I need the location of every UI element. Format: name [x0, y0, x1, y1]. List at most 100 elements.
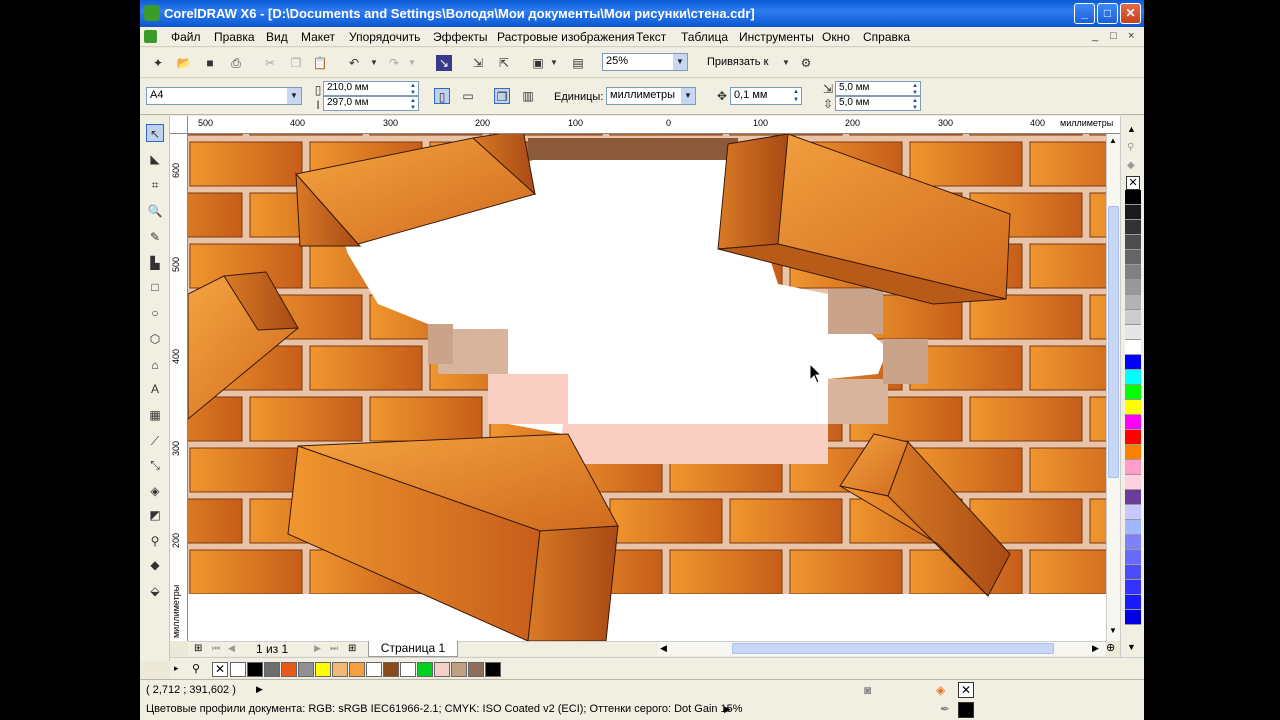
text-tool-icon[interactable]: A	[146, 380, 164, 398]
page-height-field[interactable]: 297,0 мм ▲ ▼	[323, 96, 419, 111]
spin-down-icon[interactable]: ▼	[910, 104, 920, 110]
snap-to-label[interactable]: Привязать к	[707, 56, 768, 68]
palette-swatch[interactable]	[1125, 460, 1141, 475]
last-page-icon[interactable]: ⏭	[330, 643, 338, 654]
doc-palette-swatch[interactable]	[349, 662, 365, 677]
palette-swatch[interactable]	[1125, 235, 1141, 250]
menu-text[interactable]: Текст	[636, 30, 666, 44]
palette-swatch[interactable]	[1125, 370, 1141, 385]
open-icon[interactable]: 📂	[176, 55, 192, 71]
palette-swatch[interactable]	[1125, 475, 1141, 490]
import-icon[interactable]: ⇲	[470, 55, 486, 71]
menu-window[interactable]: Окно	[822, 30, 850, 44]
transparency-tool-icon[interactable]: ◩	[146, 506, 164, 524]
palette-swatch[interactable]	[1125, 400, 1141, 415]
navigator-icon[interactable]: ⊕	[1106, 641, 1115, 654]
smart-fill-tool-icon[interactable]: ▙	[146, 254, 164, 272]
spin-down-icon[interactable]: ▼	[408, 104, 418, 110]
document-icon[interactable]	[144, 30, 157, 43]
vertical-scrollbar[interactable]: ▲ ▼	[1106, 134, 1120, 641]
doc-palette-swatch[interactable]	[400, 662, 416, 677]
connector-tool-icon[interactable]: ⤡	[146, 456, 164, 474]
zoom-tool-icon[interactable]: 🔍	[146, 202, 164, 220]
ruler-origin[interactable]	[170, 116, 188, 134]
palette-swatch[interactable]	[1125, 340, 1141, 355]
paint-bucket-icon[interactable]: ◆	[1127, 160, 1135, 171]
palette-swatch[interactable]	[1125, 580, 1141, 595]
menu-view[interactable]: Вид	[266, 30, 288, 44]
palette-swatch[interactable]	[1125, 220, 1141, 235]
duplicate-y-field[interactable]: 5,0 мм ▲ ▼	[835, 96, 921, 111]
scroll-down-icon[interactable]: ▼	[1109, 626, 1117, 635]
page-size-select[interactable]: A4 ▼	[146, 87, 302, 105]
minimize-button[interactable]: _	[1074, 3, 1095, 24]
spin-down-icon[interactable]: ▼	[791, 96, 801, 104]
chevron-down-icon[interactable]: ▼	[673, 54, 687, 70]
palette-swatch[interactable]	[1125, 595, 1141, 610]
doc-palette-arrow-icon[interactable]: ▸	[174, 663, 179, 674]
redo-icon[interactable]: ↷	[386, 55, 402, 71]
interactive-fill-tool-icon[interactable]: ⬙	[146, 582, 164, 600]
menu-effects[interactable]: Эффекты	[433, 30, 488, 44]
new-document-icon[interactable]: ✦	[150, 55, 166, 71]
welcome-screen-icon[interactable]: ▤	[570, 55, 586, 71]
doc-palette-swatch[interactable]	[383, 662, 399, 677]
menu-tools[interactable]: Инструменты	[739, 30, 814, 44]
chevron-down-icon[interactable]: ▼	[287, 88, 301, 104]
doc-close-button[interactable]: ×	[1128, 30, 1134, 42]
spin-down-icon[interactable]: ▼	[408, 89, 418, 95]
horizontal-ruler[interactable]: 500 400 300 200 100 0 100 200 300 400 ми…	[188, 116, 1120, 134]
status-expand-icon[interactable]: ▶	[256, 684, 263, 695]
palette-swatch[interactable]	[1125, 550, 1141, 565]
current-page-icon[interactable]: ▥	[520, 88, 536, 104]
palette-swatch[interactable]	[1125, 295, 1141, 310]
first-page-icon[interactable]: ⏮	[212, 643, 220, 654]
menu-help[interactable]: Справка	[863, 30, 910, 44]
doc-palette-swatch[interactable]	[366, 662, 382, 677]
export-icon[interactable]: ⇱	[496, 55, 512, 71]
chevron-down-icon[interactable]: ▼	[681, 88, 695, 104]
landscape-icon[interactable]: ▭	[460, 88, 476, 104]
palette-scroll-down-icon[interactable]: ▼	[1127, 642, 1136, 652]
palette-swatch[interactable]	[1125, 385, 1141, 400]
menu-bitmaps[interactable]: Растровые изображения	[497, 30, 635, 44]
outline-indicator-icon[interactable]: ✒	[940, 702, 950, 716]
close-button[interactable]: ✕	[1120, 3, 1141, 24]
table-tool-icon[interactable]: ▦	[146, 406, 164, 424]
palette-swatch[interactable]	[1125, 505, 1141, 520]
scroll-right-icon[interactable]: ▶	[1092, 643, 1099, 654]
next-page-icon[interactable]: ▶	[314, 643, 321, 654]
palette-swatch[interactable]	[1125, 310, 1141, 325]
scroll-left-icon[interactable]: ◀	[660, 643, 667, 654]
menu-edit[interactable]: Правка	[214, 30, 255, 44]
palette-swatch[interactable]	[1125, 205, 1141, 220]
cut-icon[interactable]: ✂	[262, 55, 278, 71]
vertical-scroll-thumb[interactable]	[1108, 206, 1119, 478]
freehand-tool-icon[interactable]: ✎	[146, 228, 164, 246]
brick-wall-illustration[interactable]	[188, 134, 1106, 641]
spin-down-icon[interactable]: ▼	[910, 89, 920, 95]
doc-palette-swatch[interactable]	[434, 662, 450, 677]
eyedropper-tool-icon[interactable]: ⚲	[146, 532, 164, 550]
page-tab[interactable]: Страница 1	[368, 641, 458, 657]
palette-scroll-up-icon[interactable]: ▲	[1127, 124, 1136, 134]
doc-palette-swatch[interactable]	[332, 662, 348, 677]
options-icon[interactable]: ⚙	[798, 55, 814, 71]
menu-arrange[interactable]: Упорядочить	[349, 30, 420, 44]
rectangle-tool-icon[interactable]: □	[146, 278, 164, 296]
paste-icon[interactable]: 📋	[312, 55, 328, 71]
palette-swatch[interactable]	[1125, 445, 1141, 460]
fill-tool-icon[interactable]: ◆	[146, 556, 164, 574]
palette-swatch[interactable]	[1125, 430, 1141, 445]
menu-table[interactable]: Таблица	[681, 30, 728, 44]
doc-palette-swatch[interactable]	[281, 662, 297, 677]
horizontal-scroll-thumb[interactable]	[732, 643, 1054, 654]
drawing-canvas[interactable]	[188, 134, 1106, 641]
menu-file[interactable]: Файл	[171, 30, 201, 44]
undo-icon[interactable]: ↶	[346, 55, 362, 71]
print-icon[interactable]: ⎙	[228, 55, 244, 71]
spin-up-icon[interactable]: ▲	[791, 88, 801, 96]
all-pages-icon[interactable]: ❐	[494, 88, 510, 104]
save-icon[interactable]: ■	[202, 55, 218, 71]
extrude-tool-icon[interactable]: ◈	[146, 482, 164, 500]
